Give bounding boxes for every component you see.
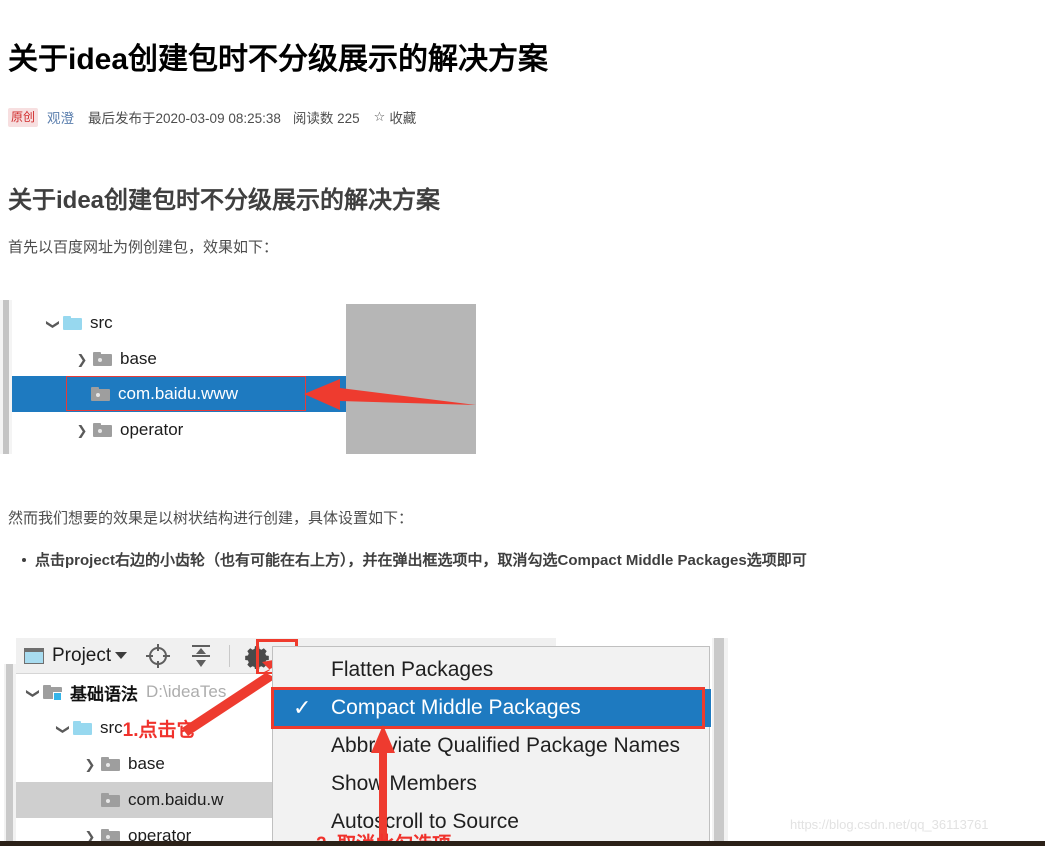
tree-node-label: com.baidu.www bbox=[118, 384, 238, 403]
page-title: 关于idea创建包时不分级展示的解决方案 bbox=[8, 43, 549, 76]
tree-scrollbar-thumb[interactable] bbox=[3, 300, 9, 454]
project-path: D:\ideaTes bbox=[146, 682, 227, 701]
chevron-down-icon[interactable] bbox=[42, 314, 62, 332]
check-icon: ✓ bbox=[293, 695, 312, 720]
folder-icon bbox=[62, 315, 84, 331]
tree-node-label: com.baidu.w bbox=[128, 790, 224, 809]
tree-row-selected[interactable]: com.baidu.www bbox=[12, 376, 346, 412]
watermark: https://blog.csdn.net/qq_36113761 bbox=[790, 817, 989, 832]
star-icon: ☆ bbox=[373, 109, 386, 124]
project-name: 基础语法 bbox=[70, 684, 138, 704]
tree-node-label: src bbox=[90, 313, 113, 332]
tree-row[interactable]: src bbox=[12, 305, 113, 341]
menu-item-abbreviate-qualified-package-names[interactable]: Abbreviate Qualified Package Names bbox=[273, 727, 711, 765]
bullet-dot-icon bbox=[22, 558, 26, 562]
screenshot-flat-package-tree: src base com.baidu.www bbox=[0, 300, 476, 454]
article-page: 关于idea创建包时不分级展示的解决方案 原创 观澄 最后发布于2020-03-… bbox=[0, 0, 1045, 846]
tree-row[interactable]: 基础语法 D:\ideaTes bbox=[16, 674, 226, 710]
tree-node-label: base bbox=[128, 754, 165, 773]
chevron-down-icon[interactable] bbox=[115, 652, 128, 659]
annotation-step-1: 1.点击它 bbox=[122, 719, 196, 741]
favorite-button[interactable]: ☆ 收藏 bbox=[374, 107, 417, 127]
collapse-all-icon[interactable] bbox=[189, 643, 213, 669]
package-folder-icon bbox=[92, 351, 114, 367]
project-label[interactable]: Project bbox=[52, 645, 111, 667]
menu-item-label: Flatten Packages bbox=[331, 658, 494, 681]
tree-row[interactable]: base bbox=[16, 746, 165, 782]
article-meta: 原创 观澄 最后发布于2020-03-09 08:25:38 阅读数 225 ☆… bbox=[8, 107, 416, 127]
tree-row[interactable]: operator bbox=[12, 412, 183, 448]
section-heading: 关于idea创建包时不分级展示的解决方案 bbox=[8, 187, 441, 214]
publish-date: 最后发布于2020-03-09 08:25:38 bbox=[88, 111, 281, 126]
panel-scrollbar-thumb[interactable] bbox=[714, 638, 724, 846]
view-options-menu: Flatten Packages ✓ Compact Middle Packag… bbox=[271, 646, 711, 846]
tree-node-label: operator bbox=[120, 420, 184, 439]
paragraph-1: 首先以百度网址为例创建包，效果如下： bbox=[8, 239, 279, 256]
screenshot-project-view-options: Project ❯ 基础语法 D:\ideaTes ❯ src 1.点击它 ❯ … bbox=[0, 638, 730, 846]
tree-row[interactable]: base bbox=[12, 341, 157, 377]
bullet-item: 点击project右边的小齿轮（也有可能在右上方），并在弹出框选项中，取消勾选C… bbox=[22, 549, 807, 570]
chevron-right-icon[interactable] bbox=[72, 421, 92, 439]
menu-item-label: Compact Middle Packages bbox=[331, 696, 581, 719]
gear-icon[interactable] bbox=[244, 643, 270, 669]
menu-item-compact-middle-packages[interactable]: ✓ Compact Middle Packages bbox=[273, 689, 711, 727]
tree-scrollbar-thumb[interactable] bbox=[6, 664, 13, 846]
package-folder-icon bbox=[100, 756, 122, 772]
project-window-icon bbox=[24, 647, 44, 664]
editor-blank-panel bbox=[346, 304, 476, 454]
original-badge: 原创 bbox=[8, 107, 39, 127]
read-count: 阅读数 225 bbox=[292, 111, 360, 126]
menu-item-flatten-packages[interactable]: Flatten Packages bbox=[273, 651, 711, 689]
tree-node-label: base bbox=[120, 349, 157, 368]
menu-item-show-members[interactable]: Show Members bbox=[273, 765, 711, 803]
tree-node-label: src bbox=[100, 718, 123, 737]
package-folder-icon bbox=[100, 792, 122, 808]
package-folder-icon bbox=[92, 422, 114, 438]
chevron-down-icon[interactable] bbox=[22, 683, 42, 701]
chevron-right-icon[interactable] bbox=[72, 350, 92, 368]
chevron-right-icon[interactable] bbox=[80, 755, 100, 773]
bullet-text: 点击project右边的小齿轮（也有可能在右上方），并在弹出框选项中，取消勾选C… bbox=[35, 552, 807, 569]
favorite-label: 收藏 bbox=[389, 111, 417, 126]
paragraph-2: 然而我们想要的效果是以树状结构进行创建，具体设置如下： bbox=[8, 510, 414, 527]
author-link[interactable]: 观澄 bbox=[47, 107, 74, 127]
tree-row[interactable]: src 1.点击它 bbox=[16, 710, 196, 746]
target-icon[interactable] bbox=[145, 643, 171, 669]
toolbar-separator bbox=[229, 644, 231, 667]
package-folder-icon bbox=[90, 386, 112, 402]
folder-icon bbox=[72, 720, 94, 736]
bottom-strip bbox=[0, 841, 1045, 846]
chevron-down-icon[interactable] bbox=[52, 719, 72, 737]
menu-item-label: Show Members bbox=[331, 772, 477, 795]
module-folder-icon bbox=[42, 684, 64, 701]
menu-item-label: Abbreviate Qualified Package Names bbox=[331, 734, 681, 757]
